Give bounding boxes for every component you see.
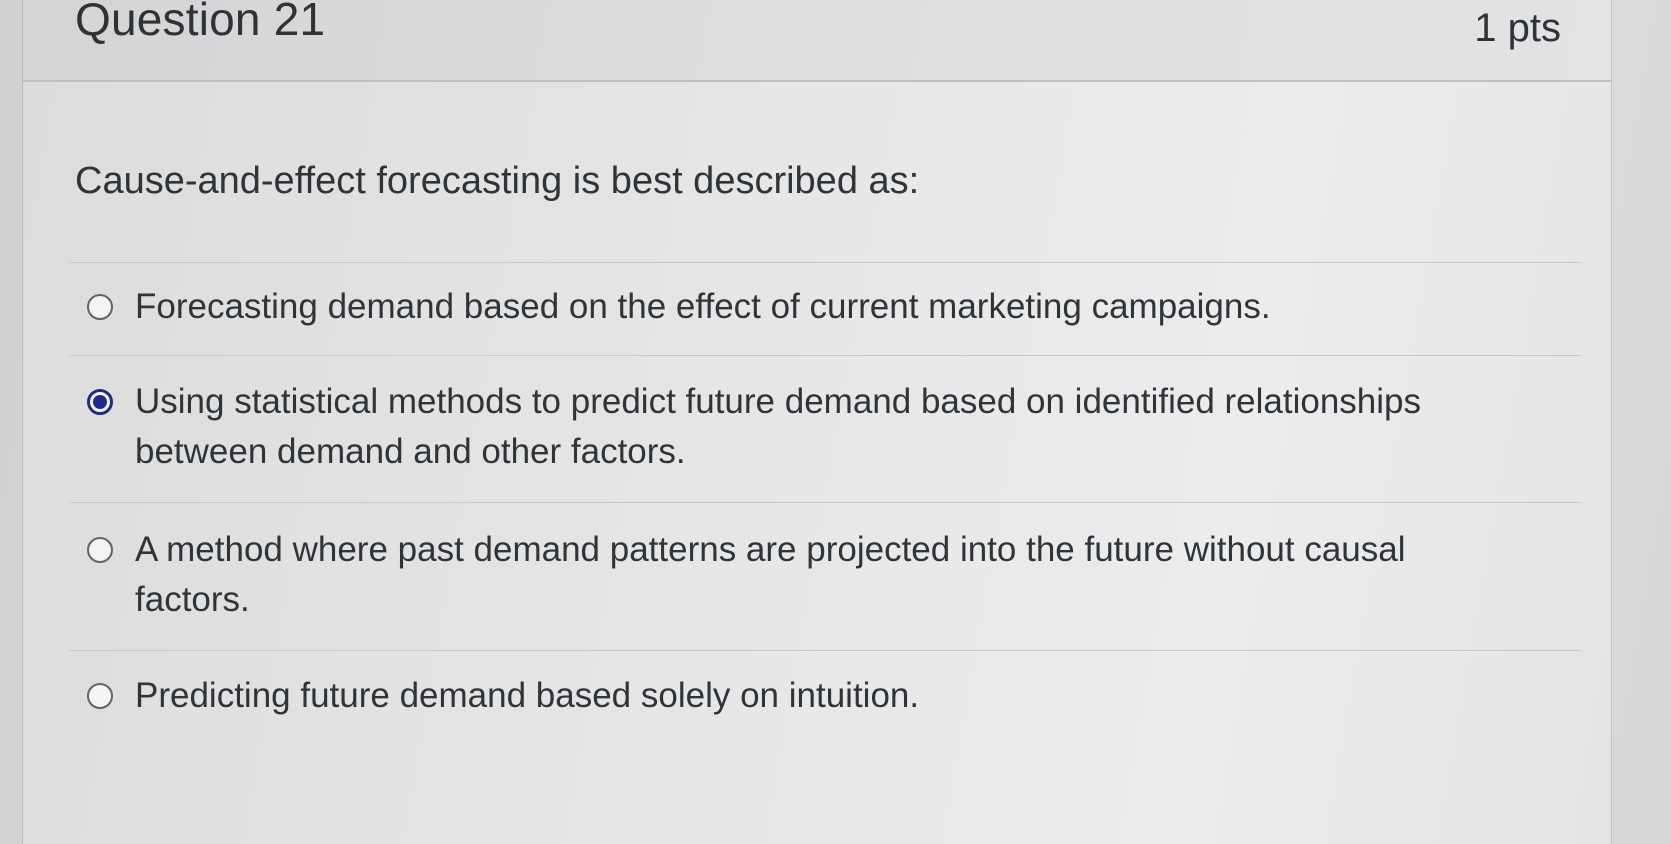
question-panel: Question 21 1 pts Cause-and-effect forec… xyxy=(22,0,1612,844)
radio-unchecked-icon[interactable] xyxy=(87,294,113,320)
answer-label: Using statistical methods to predict fut… xyxy=(135,382,1422,471)
answer-option-3[interactable]: A method where past demand patterns are … xyxy=(87,525,1467,625)
answer-divider xyxy=(69,355,1581,356)
answer-label: A method where past demand patterns are … xyxy=(135,530,1406,619)
question-points: 1 pts xyxy=(1474,6,1561,50)
question-title: Question 21 xyxy=(75,0,326,45)
radio-unchecked-icon[interactable] xyxy=(87,683,113,709)
answer-divider xyxy=(69,502,1581,503)
question-header: Question 21 1 pts xyxy=(23,0,1611,82)
answer-label: Forecasting demand based on the effect o… xyxy=(135,287,1271,326)
answer-divider xyxy=(69,262,1581,263)
answer-option-4[interactable]: Predicting future demand based solely on… xyxy=(87,671,1467,721)
screen: Question 21 1 pts Cause-and-effect forec… xyxy=(0,0,1671,844)
radio-unchecked-icon[interactable] xyxy=(87,537,113,563)
answer-option-1[interactable]: Forecasting demand based on the effect o… xyxy=(87,282,1467,332)
answer-label: Predicting future demand based solely on… xyxy=(135,676,920,715)
radio-checked-icon[interactable] xyxy=(87,389,113,415)
answer-option-2[interactable]: Using statistical methods to predict fut… xyxy=(87,377,1467,477)
question-text: Cause-and-effect forecasting is best des… xyxy=(75,160,920,202)
answer-divider xyxy=(69,650,1581,651)
